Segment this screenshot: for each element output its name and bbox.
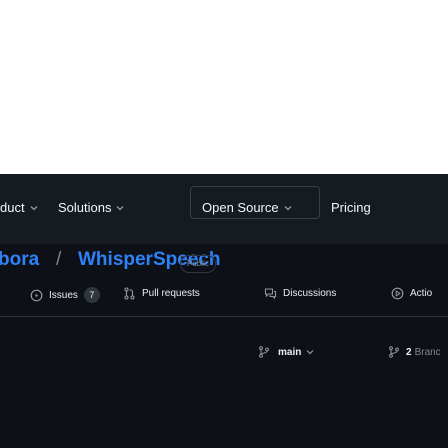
nav-pricing[interactable]: Pricing [331, 200, 371, 215]
git-branch-icon [258, 346, 270, 358]
chevron-down-icon [305, 347, 315, 357]
play-icon [391, 287, 404, 300]
nav-open-source-label: Open Source [202, 200, 279, 215]
blank-top-area [0, 0, 448, 174]
repo-path-separator: / [56, 249, 62, 270]
nav-product[interactable]: duct [0, 200, 39, 215]
branches-count: 2 [406, 346, 412, 358]
nav-pricing-label: Pricing [331, 200, 371, 215]
nav-product-label: duct [0, 200, 25, 215]
tab-issues-label: Issues [49, 289, 78, 301]
current-branch-label: main [278, 346, 302, 358]
tab-pull-requests[interactable]: Pull requests [123, 287, 200, 300]
nav-solutions[interactable]: Solutions [58, 200, 125, 215]
comment-discussion-icon [264, 287, 277, 300]
tab-actions-label: Actio [410, 288, 433, 299]
tab-discussions[interactable]: Discussions [264, 287, 336, 300]
issue-opened-icon [30, 289, 43, 302]
visibility-badge: Public [180, 255, 216, 273]
chevron-down-icon [29, 203, 39, 213]
nav-solutions-label: Solutions [58, 200, 112, 215]
tab-issues[interactable]: Issues 7 [30, 287, 100, 303]
chevron-down-icon [283, 203, 293, 213]
branch-select-button[interactable]: main [258, 342, 315, 362]
issues-count-badge: 7 [83, 287, 100, 303]
tab-actions[interactable]: Actio [391, 287, 432, 300]
repo-owner-link[interactable]: bora [0, 249, 39, 271]
chevron-down-icon [115, 203, 125, 213]
nav-open-source[interactable]: Open Source [202, 200, 293, 215]
tab-discussions-label: Discussions [283, 288, 337, 299]
branches-label: Branc [414, 346, 441, 358]
git-branch-icon [388, 346, 400, 358]
tab-pull-requests-label: Pull requests [142, 288, 200, 299]
git-pull-request-icon [123, 287, 136, 300]
branches-link[interactable]: 2 Branc [388, 342, 441, 362]
tabs-divider [0, 316, 448, 317]
